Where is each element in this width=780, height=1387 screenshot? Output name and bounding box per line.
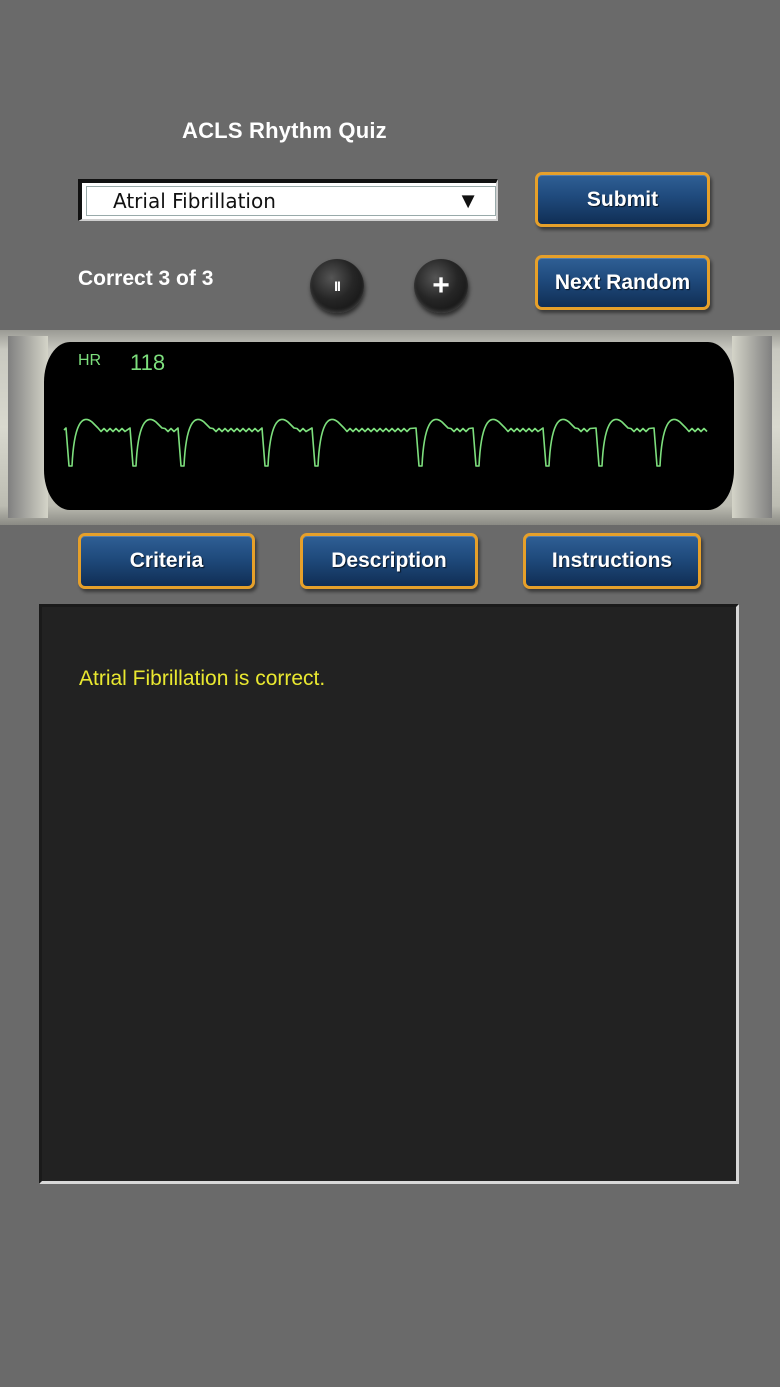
next-random-button[interactable]: Next Random bbox=[535, 255, 710, 310]
description-button[interactable]: Description bbox=[300, 533, 478, 589]
monitor-screen: HR 118 bbox=[44, 342, 734, 510]
monitor-bezel-left bbox=[8, 336, 48, 518]
dropdown-arrow-icon[interactable]: ▼ bbox=[457, 188, 479, 214]
rhythm-select-value: Atrial Fibrillation bbox=[113, 189, 276, 213]
rhythm-select[interactable]: Atrial Fibrillation ▼ bbox=[78, 179, 498, 221]
app-title: ACLS Rhythm Quiz bbox=[182, 118, 387, 143]
plus-icon: + bbox=[432, 269, 450, 302]
instructions-button[interactable]: Instructions bbox=[523, 533, 701, 589]
ecg-monitor: HR 118 bbox=[0, 330, 780, 525]
monitor-bezel-right bbox=[732, 336, 772, 518]
score-text: Correct 3 of 3 bbox=[78, 267, 214, 290]
result-message: Atrial Fibrillation is correct. bbox=[79, 667, 326, 690]
ecg-trace bbox=[63, 418, 708, 467]
pause-icon: II bbox=[334, 278, 341, 294]
rhythm-select-box[interactable]: Atrial Fibrillation ▼ bbox=[86, 186, 496, 216]
result-panel: Atrial Fibrillation is correct. bbox=[39, 604, 739, 1184]
criteria-button[interactable]: Criteria bbox=[78, 533, 255, 589]
pause-button[interactable]: II bbox=[310, 259, 364, 313]
ecg-waveform bbox=[63, 418, 708, 467]
add-button[interactable]: + bbox=[414, 259, 468, 313]
submit-button[interactable]: Submit bbox=[535, 172, 710, 227]
